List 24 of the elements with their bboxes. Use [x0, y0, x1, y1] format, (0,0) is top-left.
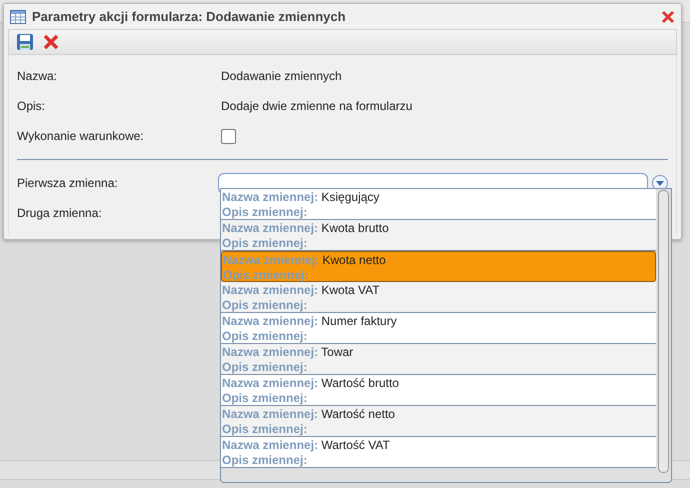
list-item[interactable]: Nazwa zmiennej: Kwota brutto Opis zmiennej: [221, 220, 656, 251]
list-item[interactable]: Nazwa zmiennej: Kwota VAT Opis zmiennej: [221, 282, 656, 313]
list-item[interactable]: Nazwa zmiennej: Numer faktury Opis zmiennej: [221, 313, 656, 344]
list-item[interactable]: Nazwa zmiennej: Kwota netto Opis zmiennej: [221, 251, 656, 282]
field-value: Dodawanie zmiennych [221, 69, 342, 83]
list-item[interactable]: Nazwa zmiennej: Towar Opis zmiennej: [221, 344, 656, 375]
save-button[interactable] [15, 32, 35, 52]
delete-button[interactable] [41, 32, 61, 52]
field-value: Dodaje dwie zmienne na formularzu [221, 99, 412, 113]
checkbox[interactable] [221, 128, 236, 144]
caret-icon [656, 180, 664, 186]
table-icon [10, 10, 26, 24]
list-item[interactable]: Nazwa zmiennej: Wartość brutto Opis zmiennej: [221, 375, 656, 406]
scrollbar[interactable] [658, 190, 669, 473]
field-label: Nazwa: [17, 69, 58, 83]
field-label: Pierwsza zmienna: [17, 176, 119, 190]
window-title: Parametry akcji formularza: Dodawanie zmiennych [32, 9, 347, 24]
close-icon[interactable] [661, 10, 675, 24]
list-item[interactable]: Nazwa zmiennej: Księgujący Opis zmiennej: [221, 189, 656, 220]
field-label: Wykonanie warunkowe: [17, 129, 145, 143]
list-item[interactable]: Nazwa zmiennej: Wartość netto Opis zmiennej: [221, 406, 656, 437]
list-item[interactable]: Nazwa zmiennej: Wartość VAT Opis zmiennej: [221, 437, 656, 468]
field-label: Opis: [17, 99, 46, 113]
field-label: Druga zmienna: [17, 206, 103, 220]
